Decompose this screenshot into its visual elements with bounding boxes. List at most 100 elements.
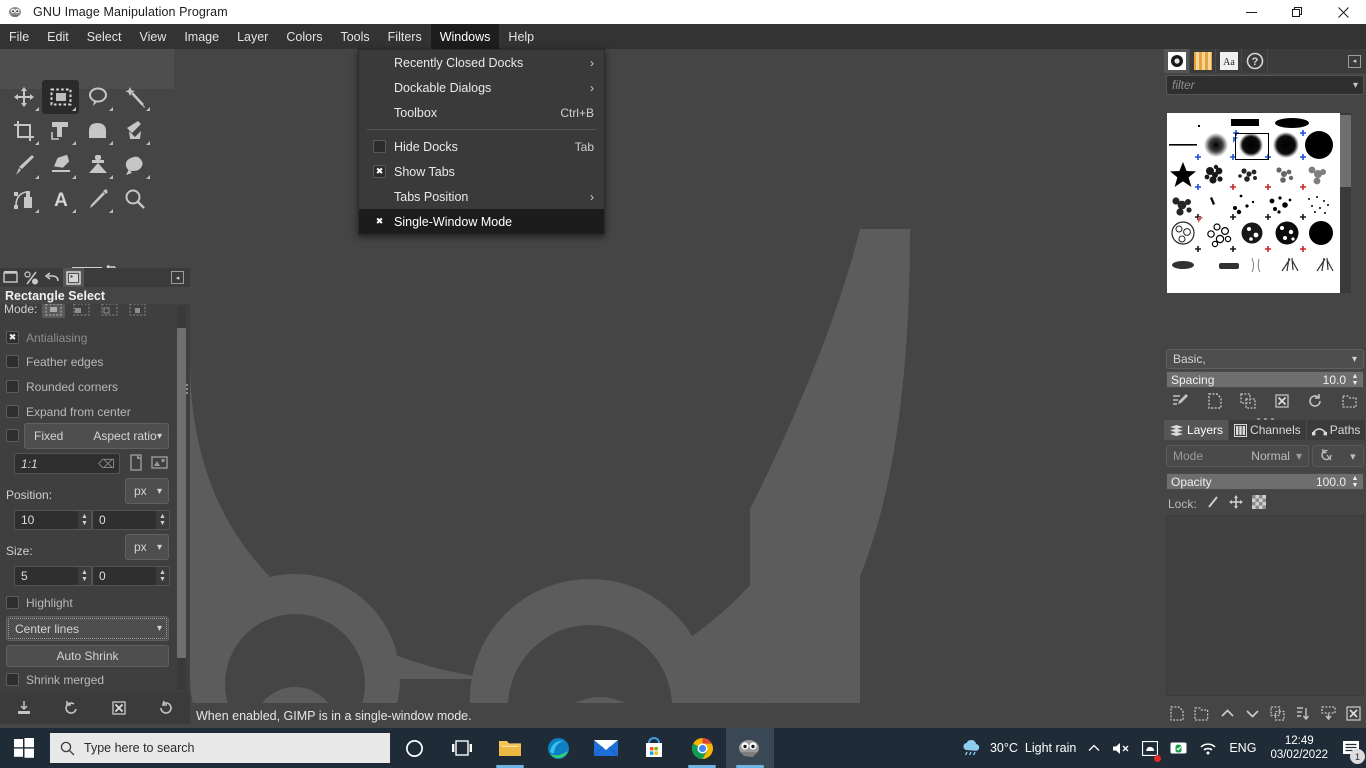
anchor-layer-icon[interactable]	[1292, 703, 1314, 723]
tool-options-menu-button[interactable]: ◂	[171, 271, 184, 284]
mail-button[interactable]	[582, 728, 630, 768]
highlight-row[interactable]: Highlight	[6, 594, 73, 611]
task-view-button[interactable]	[438, 728, 486, 768]
tab-tool-options[interactable]	[0, 268, 21, 287]
menu-image[interactable]: Image	[175, 24, 228, 49]
tool-paths-tool[interactable]	[5, 182, 42, 216]
canvas-area[interactable]: When enabled, GIMP is in a single-window…	[190, 49, 1164, 728]
tool-text-tool[interactable]: A	[42, 182, 79, 216]
tool-clone-tool[interactable]	[79, 148, 116, 182]
lock-pixels-icon[interactable]	[1206, 495, 1220, 512]
mode-intersect-button[interactable]	[126, 304, 149, 318]
duplicate-brush-icon[interactable]	[1235, 391, 1261, 411]
volume-muted-icon[interactable]	[1106, 728, 1136, 768]
menu-view[interactable]: View	[130, 24, 175, 49]
delete-tool-preset-icon[interactable]	[106, 697, 132, 719]
position-x-stepper[interactable]: ▲▼	[78, 511, 91, 529]
menu-layer[interactable]: Layer	[228, 24, 277, 49]
tool-zoom-tool[interactable]	[116, 182, 153, 216]
lock-alpha-icon[interactable]	[1252, 495, 1266, 512]
search-input[interactable]: Type here to search	[50, 733, 390, 763]
brush-tag-combo[interactable]: Basic, ▾	[1166, 349, 1364, 369]
tool-smudge-tool[interactable]	[116, 148, 153, 182]
shrink-merged-row[interactable]: Shrink merged	[6, 671, 104, 688]
expand-from-center-row[interactable]: Expand from center	[6, 403, 131, 420]
merge-down-icon[interactable]	[1317, 703, 1339, 723]
position-y-input[interactable]: 0 ▲▼	[92, 510, 170, 530]
tool-free-select-tool[interactable]	[79, 80, 116, 114]
layer-blend-space-button[interactable]: ▾	[1312, 445, 1364, 467]
auto-shrink-button[interactable]: Auto Shrink	[6, 645, 169, 667]
brush-spacing-slider[interactable]: Spacing 10.0 ▲▼	[1166, 371, 1364, 388]
menu-tools[interactable]: Tools	[331, 24, 378, 49]
scrollbar-thumb[interactable]	[1340, 115, 1351, 187]
tab-channels[interactable]: Channels	[1229, 420, 1307, 440]
menu-windows[interactable]: Windows	[431, 24, 500, 49]
delete-layer-icon[interactable]	[1342, 703, 1364, 723]
size-width-stepper[interactable]: ▲▼	[78, 567, 91, 585]
edit-brush-icon[interactable]	[1168, 391, 1194, 411]
aspect-ratio-input[interactable]: 1:1 ⌫	[14, 453, 120, 474]
fixed-checkbox[interactable]	[6, 429, 19, 442]
menu-colors[interactable]: Colors	[277, 24, 331, 49]
hide-docks-checkbox[interactable]	[373, 140, 386, 153]
tool-unified-transform-tool[interactable]	[42, 114, 79, 148]
menu-file[interactable]: File	[0, 24, 38, 49]
show-hidden-icons-chevron[interactable]	[1082, 728, 1106, 768]
duplicate-layer-icon[interactable]	[1267, 703, 1289, 723]
tab-brushes[interactable]	[1164, 49, 1190, 73]
microsoft-edge-button[interactable]	[534, 728, 582, 768]
tab-device-status[interactable]	[21, 268, 42, 287]
size-height-input[interactable]: 0 ▲▼	[92, 566, 170, 586]
brush-grid[interactable]	[1167, 113, 1351, 293]
brush-grid-scrollbar[interactable]	[1340, 113, 1351, 293]
new-layer-group-icon[interactable]	[1191, 703, 1213, 723]
shrink-merged-checkbox[interactable]	[6, 673, 19, 686]
microsoft-store-button[interactable]	[630, 728, 678, 768]
tab-fonts[interactable]: Aa	[1216, 49, 1242, 73]
raise-layer-icon[interactable]	[1216, 703, 1238, 723]
tool-eraser-tool[interactable]	[42, 148, 79, 182]
spacing-stepper[interactable]: ▲▼	[1350, 373, 1360, 387]
lower-layer-icon[interactable]	[1241, 703, 1263, 723]
open-brush-as-image-icon[interactable]	[1336, 391, 1362, 411]
network-icon[interactable]	[1193, 728, 1223, 768]
fixed-aspect-combo[interactable]: Fixed Aspect ratio ▾	[24, 423, 169, 449]
maximize-restore-button[interactable]	[1274, 0, 1320, 24]
menu-select[interactable]: Select	[78, 24, 131, 49]
security-icon[interactable]	[1164, 728, 1193, 768]
google-chrome-button[interactable]	[678, 728, 726, 768]
chevron-down-icon[interactable]: ▾	[1353, 80, 1358, 91]
layer-opacity-slider[interactable]: Opacity 100.0 ▲▼	[1166, 473, 1364, 490]
tool-warp-transform-tool[interactable]	[79, 114, 116, 148]
cortana-button[interactable]	[390, 728, 438, 768]
menuitem-hide-docks[interactable]: Hide Docks Tab	[359, 134, 604, 159]
portrait-orientation-button[interactable]	[128, 454, 144, 477]
tool-crop-tool[interactable]	[5, 114, 42, 148]
delete-brush-icon[interactable]	[1269, 391, 1295, 411]
mode-add-button[interactable]	[70, 304, 93, 318]
menuitem-dockable-dialogs[interactable]: Dockable Dialogs ›	[359, 75, 604, 100]
language-indicator[interactable]: ENG	[1223, 728, 1262, 768]
tool-bucket-fill-tool[interactable]	[116, 114, 153, 148]
landscape-orientation-button[interactable]	[151, 454, 168, 477]
minimize-button[interactable]	[1228, 0, 1274, 24]
rounded-corners-checkbox[interactable]	[6, 380, 19, 393]
brush-filter-input[interactable]: filter ▾	[1166, 75, 1364, 95]
tab-patterns[interactable]	[1190, 49, 1216, 73]
lock-position-icon[interactable]	[1229, 495, 1243, 512]
menuitem-show-tabs[interactable]: ✖ Show Tabs	[359, 159, 604, 184]
reset-tool-options-icon[interactable]	[153, 697, 179, 719]
expand-from-center-checkbox[interactable]	[6, 405, 19, 418]
size-unit-combo[interactable]: px ▾	[125, 534, 169, 560]
fixed-checkbox-row[interactable]	[6, 427, 19, 444]
file-explorer-button[interactable]	[486, 728, 534, 768]
tab-document-history[interactable]: ?	[1242, 49, 1268, 73]
highlight-checkbox[interactable]	[6, 596, 19, 609]
new-layer-icon[interactable]	[1166, 703, 1188, 723]
menuitem-single-window-mode[interactable]: ✖ Single-Window Mode	[359, 209, 604, 234]
tab-paths[interactable]: Paths	[1307, 420, 1366, 440]
brushes-dock-menu-button[interactable]: ◂	[1348, 55, 1361, 68]
notification-center-button[interactable]: 1	[1336, 728, 1366, 768]
menuitem-toolbox[interactable]: Toolbox Ctrl+B	[359, 100, 604, 125]
